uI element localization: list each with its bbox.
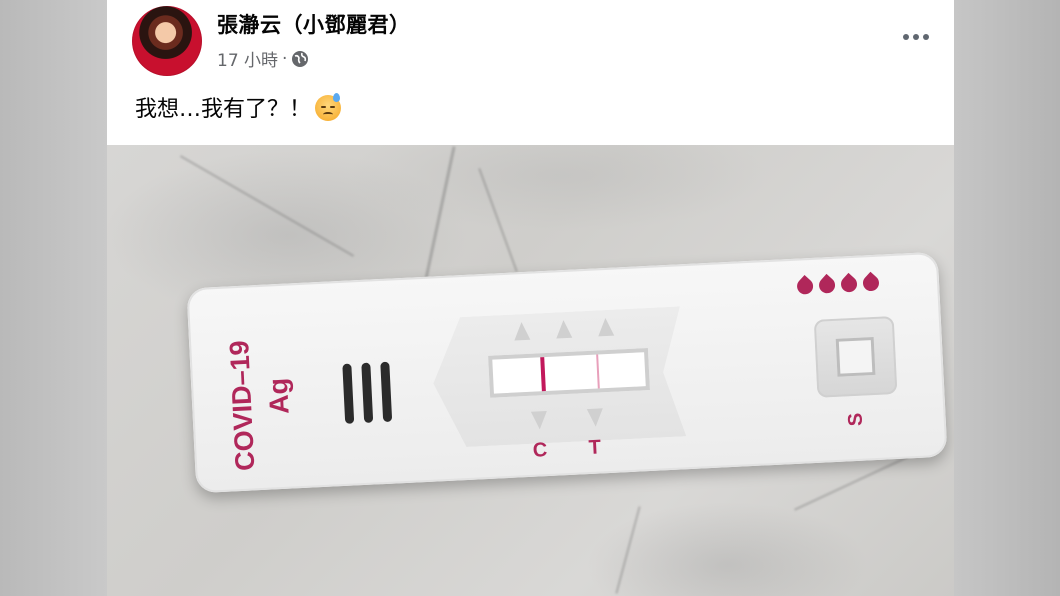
- post-message-text: 我想…我有了？！: [135, 97, 312, 122]
- drop-icon: [815, 273, 839, 297]
- post-photo[interactable]: COVID–19 Ag C T S: [107, 145, 954, 596]
- drop-icon: [793, 274, 817, 298]
- author-avatar[interactable]: [132, 6, 202, 76]
- device-label-covid: COVID–19: [224, 339, 261, 472]
- test-letter: T: [588, 436, 602, 460]
- sample-drops: [793, 271, 883, 298]
- more-options-dot: [903, 34, 909, 40]
- meta-separator: ·: [282, 48, 288, 69]
- more-options-dot: [923, 34, 929, 40]
- post-timestamp[interactable]: 17 小時: [217, 46, 278, 71]
- downcast-face-with-sweat-icon: [315, 93, 342, 121]
- drop-icon: [837, 272, 861, 296]
- arrow-up-icon: [513, 321, 531, 341]
- control-line: [540, 357, 546, 392]
- post-message: 我想…我有了？！: [135, 91, 342, 123]
- arrow-down-icon: [586, 408, 604, 428]
- post-meta: 17 小時 ·: [217, 46, 309, 71]
- right-blurred-background: [954, 0, 1060, 596]
- arrow-up-icon: [597, 317, 615, 337]
- facebook-post: 張瀞云（小鄧麗君） 17 小時 · 我想…我有了？！ COVID–19 Ag C…: [107, 0, 954, 596]
- sample-well: [813, 315, 898, 398]
- grip-ridges: [342, 361, 393, 424]
- arrow-up-icon: [555, 319, 573, 339]
- more-options-button[interactable]: [900, 26, 932, 48]
- drop-icon: [859, 271, 883, 295]
- globe-icon[interactable]: [291, 50, 309, 68]
- device-label-ag: Ag: [262, 377, 295, 415]
- result-window: [488, 348, 650, 398]
- arrow-down-icon: [530, 411, 548, 430]
- post-header: 張瀞云（小鄧麗君） 17 小時 · 我想…我有了？！: [107, 0, 954, 145]
- test-line: [596, 354, 600, 389]
- left-blurred-background: [0, 0, 107, 596]
- author-name[interactable]: 張瀞云（小鄧麗君）: [217, 9, 411, 39]
- control-letter: C: [532, 439, 548, 462]
- more-options-dot: [913, 34, 919, 40]
- covid-antigen-test-cassette: COVID–19 Ag C T S: [186, 251, 948, 494]
- sample-letter: S: [844, 412, 868, 427]
